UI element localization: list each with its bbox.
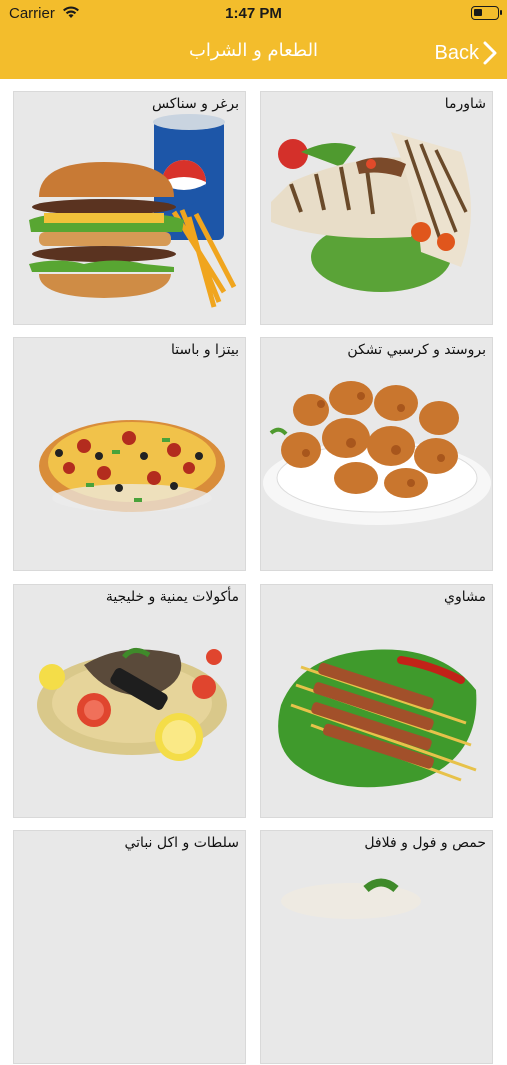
grill-image <box>278 649 477 788</box>
clock: 1:47 PM <box>225 5 282 22</box>
category-card-gulf-food[interactable]: مأكولات يمنية و خليجية <box>13 584 246 818</box>
chevron-right-icon <box>483 41 497 65</box>
gulf-food-image <box>37 648 227 761</box>
back-button[interactable]: Back <box>435 38 497 68</box>
category-card-fried-chicken[interactable]: بروستد و كرسبي تشكن <box>260 337 493 571</box>
category-label: مشاوي <box>444 589 486 605</box>
salad-image <box>14 831 247 1065</box>
category-card-grill[interactable]: مشاوي <box>260 584 493 818</box>
status-bar: Carrier 1:47 PM <box>0 0 507 28</box>
category-grid: شاورما برغر و سناكس بروستد و كرسبي تشكن … <box>0 79 507 1064</box>
back-label: Back <box>434 41 479 64</box>
category-label: بيتزا و باستا <box>170 342 239 358</box>
app-header: Carrier 1:47 PM الطعام و الشراب Back <box>0 0 507 79</box>
category-label: سلطات و اكل نباتي <box>124 835 239 851</box>
burger-image <box>29 114 237 308</box>
category-label: مأكولات يمنية و خليجية <box>105 589 239 605</box>
fried-chicken-image <box>263 381 491 525</box>
pizza-image <box>39 420 225 512</box>
category-card-hummus[interactable]: حمص و فول و فلافل <box>260 830 493 1064</box>
navigation-bar: الطعام و الشراب Back <box>0 28 507 79</box>
category-label: شاورما <box>444 96 486 112</box>
hummus-image <box>281 878 421 919</box>
shawarma-image <box>271 132 471 292</box>
category-label: برغر و سناكس <box>151 96 239 112</box>
category-card-burger[interactable]: برغر و سناكس <box>13 91 246 325</box>
page-title: الطعام و الشراب <box>188 40 319 61</box>
category-card-salad[interactable]: سلطات و اكل نباتي <box>13 830 246 1064</box>
category-label: بروستد و كرسبي تشكن <box>347 342 486 358</box>
battery-icon <box>471 6 502 20</box>
category-card-shawarma[interactable]: شاورما <box>260 91 493 325</box>
category-label: حمص و فول و فلافل <box>364 835 486 851</box>
category-card-pizza[interactable]: بيتزا و باستا <box>13 337 246 571</box>
